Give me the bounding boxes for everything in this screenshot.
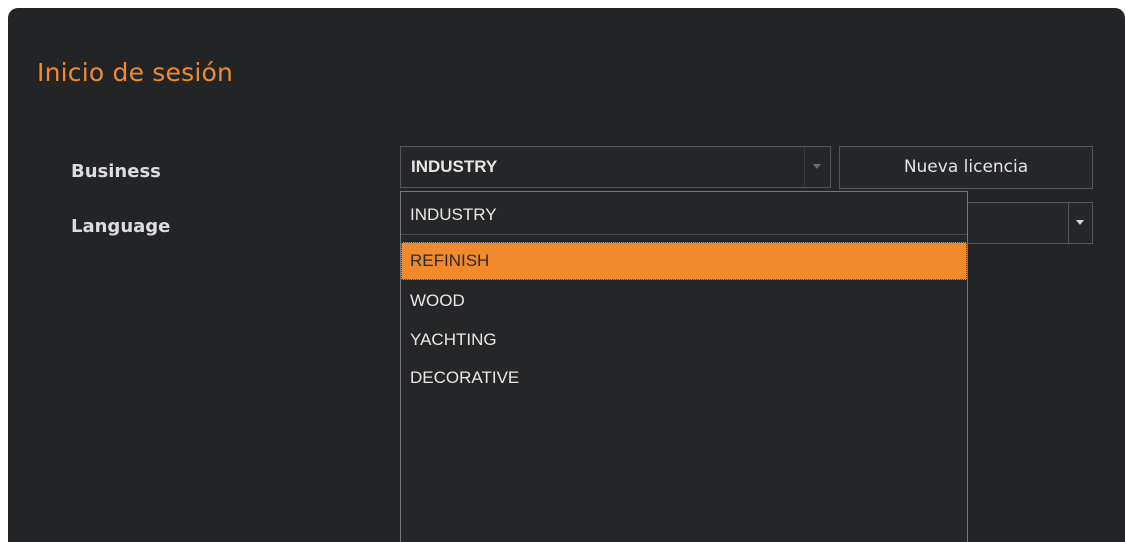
chevron-down-icon bbox=[1076, 220, 1084, 225]
dropdown-option-yachting[interactable]: YACHTING bbox=[401, 321, 967, 359]
dropdown-option-refinish[interactable]: REFINISH bbox=[401, 242, 967, 280]
dropdown-option-decorative[interactable]: DECORATIVE bbox=[401, 359, 967, 397]
chevron-down-icon bbox=[813, 164, 821, 169]
dropdown-option-industry[interactable]: INDUSTRY bbox=[401, 196, 967, 234]
language-select[interactable] bbox=[966, 202, 1093, 244]
business-select[interactable]: INDUSTRY bbox=[400, 146, 831, 188]
business-dropdown-button[interactable] bbox=[804, 147, 830, 187]
business-select-value: INDUSTRY bbox=[411, 157, 498, 176]
language-dropdown-button[interactable] bbox=[1068, 203, 1092, 243]
dropdown-separator bbox=[401, 234, 967, 235]
new-license-button[interactable]: Nueva licencia bbox=[839, 146, 1093, 189]
dialog-title: Inicio de sesión bbox=[37, 58, 234, 87]
business-dropdown-list[interactable]: INDUSTRY REFINISH WOOD YACHTING DECORATI… bbox=[400, 191, 968, 542]
login-dialog: Inicio de sesión Business Language INDUS… bbox=[8, 8, 1125, 542]
dropdown-option-wood[interactable]: WOOD bbox=[401, 282, 967, 320]
language-label: Language bbox=[71, 216, 171, 237]
business-label: Business bbox=[71, 161, 161, 182]
